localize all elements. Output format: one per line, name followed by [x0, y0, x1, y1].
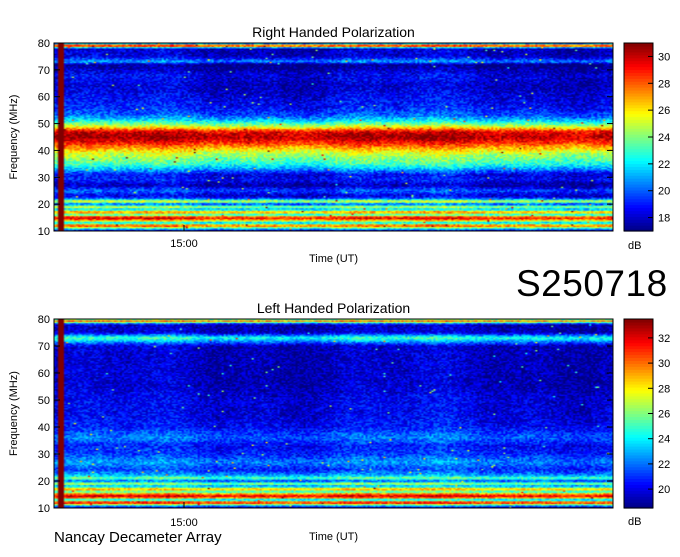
y-tick-label: 40: [38, 422, 50, 434]
colorbar-tick-label: 20: [658, 186, 670, 198]
colorbar-tick-label: 18: [658, 213, 670, 225]
colorbar-unit-label: dB: [628, 240, 641, 252]
y-tick-label: 30: [38, 449, 50, 461]
y-tick-label: 70: [38, 341, 50, 353]
colorbar-tick-label: 24: [658, 132, 670, 144]
y-tick-label: 10: [38, 503, 50, 515]
colorbar-tick-label: 24: [658, 434, 670, 446]
colorbar-tick-label: 26: [658, 105, 670, 117]
y-tick-label: 30: [38, 172, 50, 184]
colorbar-tick-label: 30: [658, 358, 670, 370]
x-axis-label: Time (UT): [309, 253, 358, 265]
colorbar-tick-label: 28: [658, 383, 670, 395]
colorbar-unit-label: dB: [628, 516, 641, 528]
y-tick-label: 20: [38, 476, 50, 488]
y-axis-label: Frequency (MHz): [8, 371, 20, 456]
colorbar-tick-label: 26: [658, 409, 670, 421]
y-tick-label: 40: [38, 145, 50, 157]
x-axis-label: Time (UT): [309, 531, 358, 543]
observation-id: S250718: [516, 263, 668, 304]
colorbar-tick-label: 32: [658, 333, 670, 345]
y-tick-label: 80: [38, 38, 50, 50]
spectrogram-heatmap: [54, 319, 613, 508]
colorbar-tick-label: 28: [658, 78, 670, 90]
y-tick-label: 70: [38, 65, 50, 77]
y-axis-label: Frequency (MHz): [8, 95, 20, 180]
colorbar-tick-label: 20: [658, 484, 670, 496]
spectrogram-heatmap: [54, 43, 613, 231]
y-tick-label: 10: [38, 226, 50, 238]
y-tick-label: 50: [38, 119, 50, 131]
y-tick-label: 20: [38, 199, 50, 211]
y-tick-label: 80: [38, 314, 50, 326]
colorbar-tick-label: 22: [658, 159, 670, 171]
x-tick-label: 15:00: [170, 238, 198, 250]
colorbar-tick-label: 22: [658, 459, 670, 471]
colorbar-segment: [624, 43, 653, 47]
colorbar-segment: [624, 319, 653, 323]
panel-title: Right Handed Polarization: [252, 24, 415, 40]
y-tick-label: 60: [38, 92, 50, 104]
spectrogram-figure: Right Handed Polarization 10 20 30 40 50 60 70 8…: [0, 0, 680, 552]
colorbar-tick-label: 30: [658, 51, 670, 63]
y-tick-label: 50: [38, 395, 50, 407]
instrument-label: Nancay Decameter Array: [54, 529, 222, 546]
y-tick-label: 60: [38, 368, 50, 380]
panel-title: Left Handed Polarization: [257, 300, 410, 316]
